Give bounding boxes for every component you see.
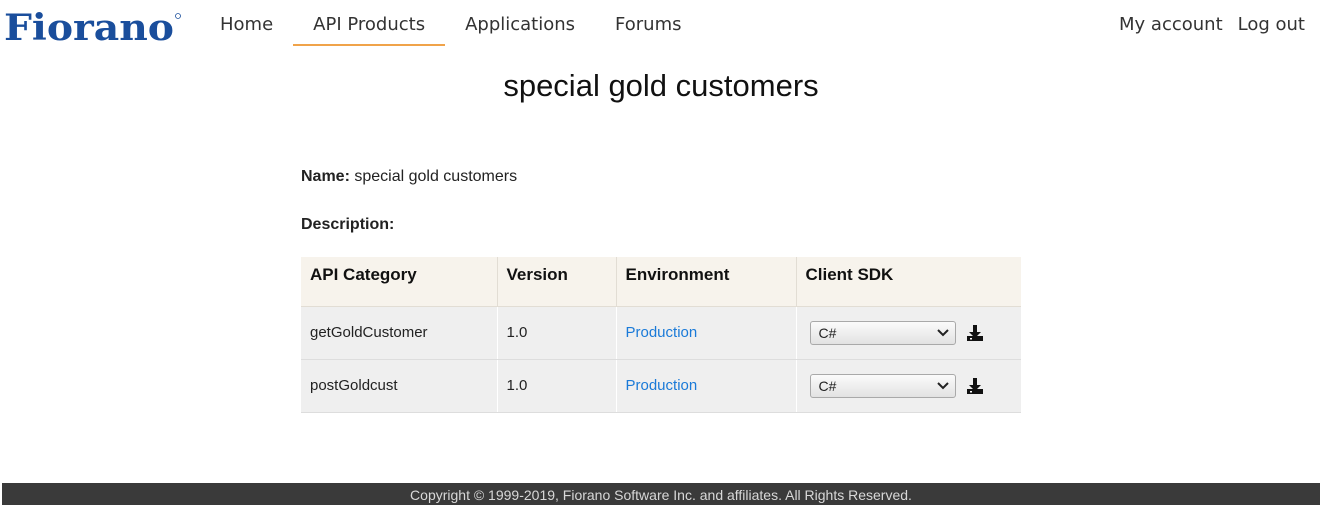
fiorano-logo[interactable]: Fiorano: [4, 10, 182, 44]
table-row: getGoldCustomer 1.0 Production C#: [301, 306, 1021, 360]
nav-log-out[interactable]: Log out: [1223, 0, 1305, 46]
account-nav: My account Log out: [1104, 0, 1305, 52]
site-footer: Copyright © 1999-2019, Fiorano Software …: [2, 483, 1320, 505]
cell-client-sdk: C#: [796, 306, 1021, 360]
name-label: Name:: [301, 168, 350, 185]
header-client-sdk: Client SDK: [796, 257, 1021, 307]
main-nav: Home API Products Applications Forums: [200, 0, 701, 52]
nav-forums[interactable]: Forums: [595, 0, 701, 46]
site-header: Fiorano Home API Products Applications F…: [0, 0, 1322, 52]
product-description-field: Description:: [301, 216, 394, 234]
sdk-selected-value: C#: [818, 324, 837, 341]
api-table: API Category Version Environment Client …: [301, 257, 1021, 413]
table-row: postGoldcust 1.0 Production C#: [301, 359, 1021, 413]
environment-link[interactable]: Production: [626, 377, 698, 394]
download-icon[interactable]: [966, 324, 984, 342]
svg-text:Fiorano: Fiorano: [4, 10, 174, 44]
sdk-select[interactable]: C#: [809, 373, 956, 398]
nav-api-products[interactable]: API Products: [293, 0, 446, 46]
download-icon[interactable]: [966, 377, 984, 395]
nav-home[interactable]: Home: [200, 0, 293, 46]
environment-link[interactable]: Production: [626, 324, 698, 341]
cell-version: 1.0: [497, 306, 617, 360]
header-api-category: API Category: [301, 257, 498, 307]
chevron-down-icon: [936, 381, 949, 389]
header-version: Version: [497, 257, 617, 307]
nav-my-account[interactable]: My account: [1104, 0, 1223, 46]
copyright-text: Copyright © 1999-2019, Fiorano Software …: [410, 487, 912, 503]
product-name-field: Name: special gold customers: [301, 168, 517, 186]
nav-applications[interactable]: Applications: [445, 0, 595, 46]
page-title: special gold customers: [503, 68, 819, 103]
cell-api-category: getGoldCustomer: [301, 306, 498, 360]
cell-version: 1.0: [497, 359, 617, 413]
name-value: special gold customers: [354, 168, 518, 185]
cell-api-category: postGoldcust: [301, 359, 498, 413]
header-environment: Environment: [616, 257, 797, 307]
table-header-row: API Category Version Environment Client …: [301, 257, 1021, 307]
sdk-select[interactable]: C#: [809, 320, 956, 345]
cell-client-sdk: C#: [796, 359, 1021, 413]
sdk-selected-value: C#: [818, 377, 837, 394]
cell-environment: Production: [616, 306, 797, 360]
description-label: Description:: [301, 216, 395, 233]
cell-environment: Production: [616, 359, 797, 413]
chevron-down-icon: [936, 328, 949, 336]
